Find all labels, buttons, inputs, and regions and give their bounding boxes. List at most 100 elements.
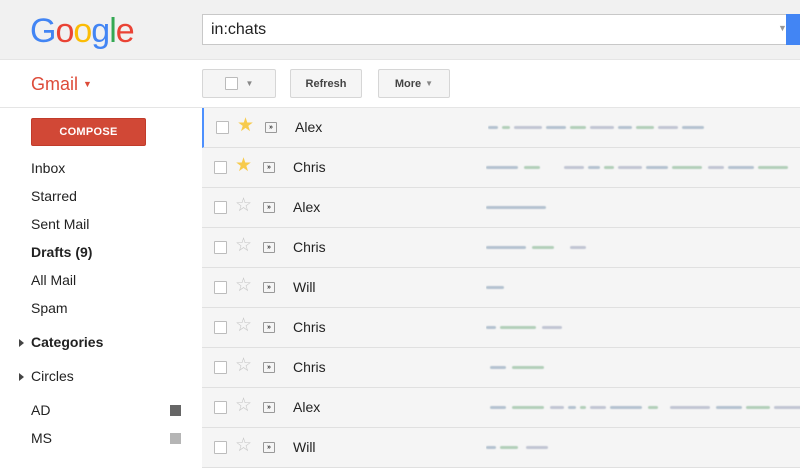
row-checkbox[interactable] (214, 361, 227, 374)
star-icon[interactable]: ☆ (235, 276, 252, 296)
search-button[interactable] (786, 14, 800, 45)
message-row[interactable]: ☆ » Chris (202, 228, 800, 268)
row-checkbox[interactable] (214, 321, 227, 334)
star-icon[interactable]: ☆ (235, 196, 252, 216)
top-header: Google in:chats ▼ (0, 0, 800, 60)
row-checkbox[interactable] (214, 161, 227, 174)
message-row[interactable]: ☆ » Chris (202, 308, 800, 348)
star-icon[interactable]: ☆ (235, 236, 252, 256)
sidebar-item-starred[interactable]: Starred (31, 188, 77, 204)
blurred-text (648, 406, 658, 409)
blurred-text (728, 166, 754, 169)
row-checkbox[interactable] (214, 201, 227, 214)
blurred-text (568, 406, 576, 409)
sender-name: Alex (293, 399, 321, 415)
importance-marker-icon[interactable]: » (263, 322, 275, 333)
caret-down-icon: ▼ (245, 79, 254, 88)
logo-letter: e (115, 12, 135, 50)
blurred-text (774, 406, 800, 409)
logo-letter: g (91, 12, 110, 50)
row-checkbox[interactable] (216, 121, 229, 134)
logo-letter: o (55, 12, 74, 50)
sidebar-item-all-mail[interactable]: All Mail (31, 272, 76, 288)
message-snippet (486, 161, 800, 175)
star-icon[interactable]: ☆ (235, 396, 252, 416)
message-snippet (486, 321, 800, 335)
more-button[interactable]: More ▼ (378, 69, 450, 98)
google-logo[interactable]: Google (30, 12, 135, 51)
sidebar-item-circles[interactable]: Circles (19, 368, 74, 384)
caret-down-icon: ▼ (425, 79, 434, 88)
expand-triangle-icon[interactable] (19, 339, 24, 347)
blurred-text (502, 126, 510, 129)
search-input[interactable]: in:chats (211, 21, 266, 39)
message-snippet (486, 281, 800, 295)
compose-button[interactable]: COMPOSE (31, 118, 146, 146)
sidebar-item-ms[interactable]: MS (31, 430, 52, 446)
refresh-button[interactable]: Refresh (290, 69, 362, 98)
sidebar-item-categories[interactable]: Categories (19, 334, 104, 350)
blurred-text (486, 286, 504, 289)
select-button[interactable]: ▼ (202, 69, 276, 98)
row-checkbox[interactable] (214, 441, 227, 454)
message-row[interactable]: ☆ » Alex (202, 188, 800, 228)
sender-name: Alex (295, 119, 323, 135)
sidebar-item-sent-mail[interactable]: Sent Mail (31, 216, 89, 232)
blurred-text (646, 166, 668, 169)
star-icon[interactable]: ☆ (235, 316, 252, 336)
row-checkbox[interactable] (214, 401, 227, 414)
importance-marker-icon[interactable]: » (263, 442, 275, 453)
search-box[interactable]: in:chats ▼ (202, 14, 800, 45)
message-snippet (486, 441, 800, 455)
blurred-text (490, 406, 506, 409)
blurred-text (618, 166, 642, 169)
sender-name: Chris (293, 359, 326, 375)
blurred-text (490, 366, 506, 369)
message-snippet (486, 361, 800, 375)
message-row[interactable]: ★ » Chris (202, 148, 800, 188)
sidebar-item-label: Categories (31, 334, 104, 350)
row-checkbox[interactable] (214, 241, 227, 254)
select-all-checkbox[interactable] (224, 77, 238, 90)
sidebar-item-spam[interactable]: Spam (31, 300, 68, 316)
blurred-text (590, 406, 606, 409)
logo-letter: G (30, 12, 56, 50)
importance-marker-icon[interactable]: » (263, 402, 275, 413)
blurred-text (542, 326, 562, 329)
row-checkbox[interactable] (214, 281, 227, 294)
importance-marker-icon[interactable]: » (263, 362, 275, 373)
sidebar-item-drafts[interactable]: Drafts (9) (31, 244, 92, 260)
importance-marker-icon[interactable]: » (263, 202, 275, 213)
message-row[interactable]: ☆ » Alex (202, 388, 800, 428)
sidebar: COMPOSE Inbox Starred Sent Mail Drafts (… (0, 108, 200, 450)
app-switcher[interactable]: Gmail ▼ (31, 74, 92, 95)
blurred-text (610, 406, 642, 409)
star-icon[interactable]: ★ (237, 116, 254, 136)
message-row[interactable]: ☆ » Will (202, 268, 800, 308)
message-row[interactable]: ☆ » Chris (202, 348, 800, 388)
message-row[interactable]: ☆ » Will (202, 428, 800, 468)
sidebar-item-ad[interactable]: AD (31, 402, 50, 418)
importance-marker-icon[interactable]: » (263, 162, 275, 173)
expand-triangle-icon[interactable] (19, 373, 24, 381)
importance-marker-icon[interactable]: » (265, 122, 277, 133)
blurred-text (500, 326, 536, 329)
message-row[interactable]: ★ » Alex (202, 108, 800, 148)
blurred-text (486, 326, 496, 329)
label-color-swatch[interactable] (170, 405, 181, 416)
blurred-text (672, 166, 702, 169)
blurred-text (746, 406, 770, 409)
blurred-text (570, 246, 586, 249)
blurred-text (618, 126, 632, 129)
importance-marker-icon[interactable]: » (263, 242, 275, 253)
star-icon[interactable]: ☆ (235, 436, 252, 456)
more-label: More (394, 77, 422, 90)
label-color-swatch[interactable] (170, 433, 181, 444)
blurred-text (486, 206, 546, 209)
blurred-text (658, 126, 678, 129)
sidebar-item-inbox[interactable]: Inbox (31, 160, 65, 176)
importance-marker-icon[interactable]: » (263, 282, 275, 293)
blurred-text (550, 406, 564, 409)
star-icon[interactable]: ★ (235, 156, 252, 176)
star-icon[interactable]: ☆ (235, 356, 252, 376)
